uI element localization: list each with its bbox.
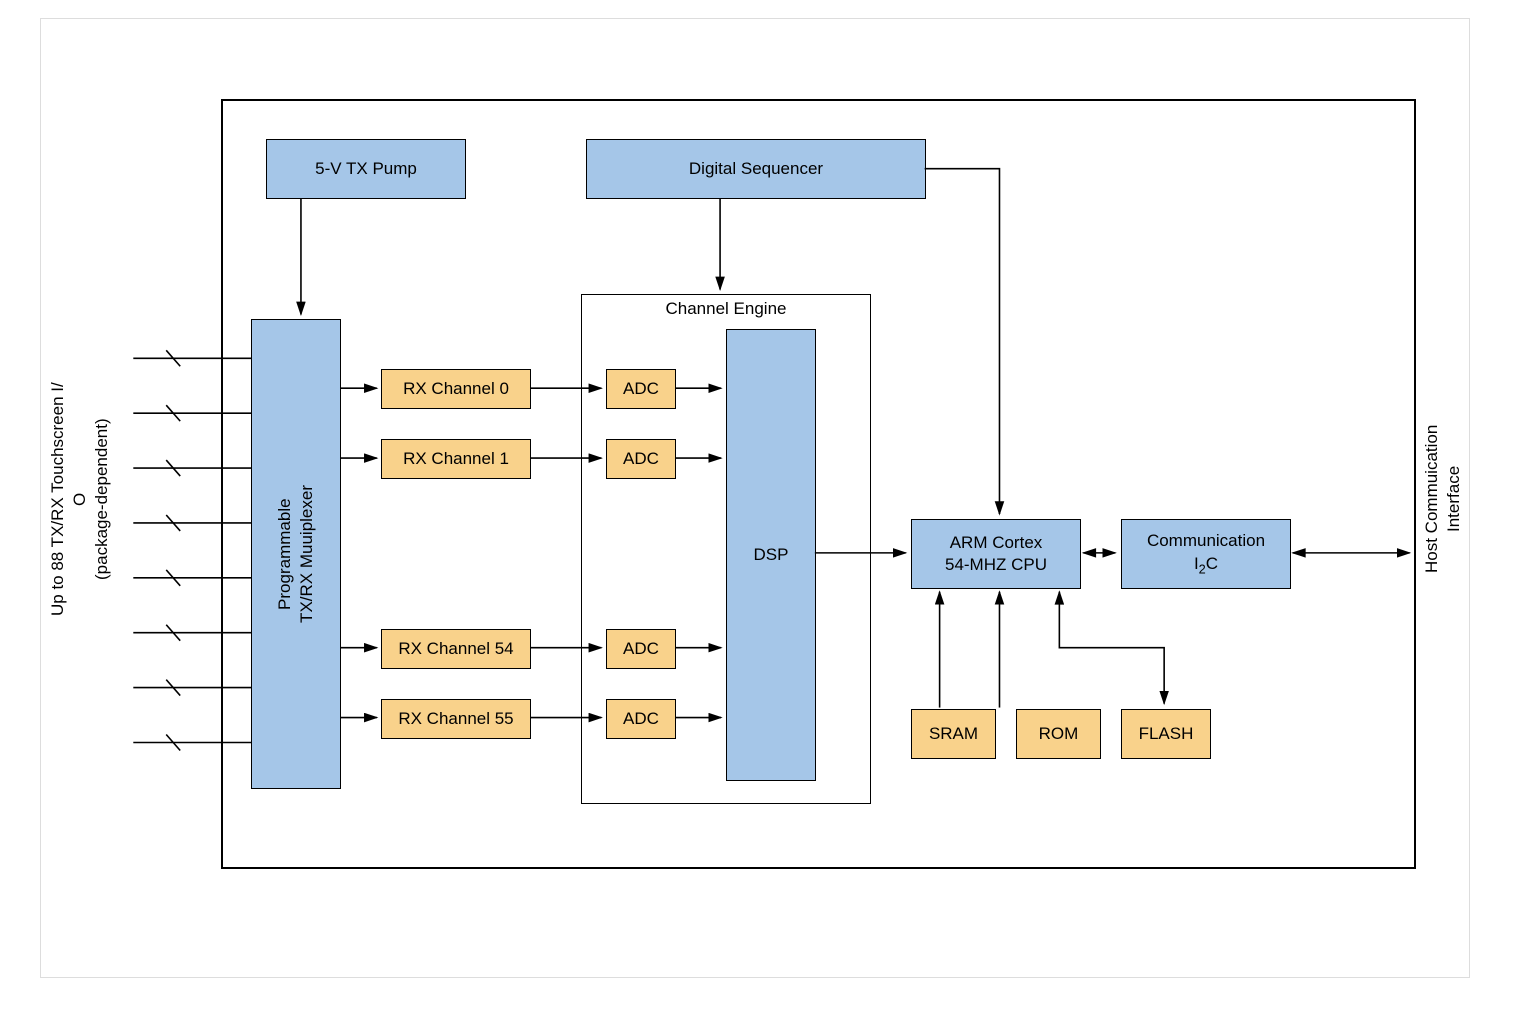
rom-block: ROM <box>1016 709 1101 759</box>
rx-channel-55-block: RX Channel 55 <box>381 699 531 739</box>
adc-55-block: ADC <box>606 699 676 739</box>
adc-54-label: ADC <box>623 638 659 660</box>
mux-block: Programmable TX/RX Muuiplexer <box>251 319 341 789</box>
channel-engine-text: Channel Engine <box>666 299 787 318</box>
cpu-block: ARM Cortex 54-MHZ CPU <box>911 519 1081 589</box>
adc-0-label: ADC <box>623 378 659 400</box>
channel-engine-label: Channel Engine <box>581 299 871 319</box>
adc-55-label: ADC <box>623 708 659 730</box>
comm-label-1: Communication <box>1147 530 1265 552</box>
cpu-label-2: 54-MHZ CPU <box>945 554 1047 576</box>
rx-channel-0-block: RX Channel 0 <box>381 369 531 409</box>
rx-channel-1-block: RX Channel 1 <box>381 439 531 479</box>
dsp-block: DSP <box>726 329 816 781</box>
rx-channel-54-block: RX Channel 54 <box>381 629 531 669</box>
rx-channel-54-label: RX Channel 54 <box>398 638 513 660</box>
dsp-label: DSP <box>754 544 789 566</box>
comm-i2c-2: 2 <box>1199 561 1206 576</box>
digital-sequencer-block: Digital Sequencer <box>586 139 926 199</box>
right-io-text: Host Commuication Interface <box>1422 425 1463 573</box>
tx-pump-label: 5-V TX Pump <box>315 158 417 180</box>
rx-channel-55-label: RX Channel 55 <box>398 708 513 730</box>
comm-block: Communication I2C <box>1121 519 1291 589</box>
adc-1-block: ADC <box>606 439 676 479</box>
mux-label: Programmable TX/RX Muuiplexer <box>274 485 318 623</box>
right-io-label: Host Commuication Interface <box>1421 399 1465 599</box>
flash-block: FLASH <box>1121 709 1211 759</box>
sram-block: SRAM <box>911 709 996 759</box>
left-io-label: Up to 88 TX/RX Touchscreen I/ O (package… <box>47 319 113 679</box>
rx-channel-0-label: RX Channel 0 <box>403 378 509 400</box>
sram-label: SRAM <box>929 723 978 745</box>
digital-sequencer-label: Digital Sequencer <box>689 158 823 180</box>
comm-label-2: I2C <box>1194 553 1218 578</box>
outer-frame: Up to 88 TX/RX Touchscreen I/ O (package… <box>40 18 1470 978</box>
cpu-label-1: ARM Cortex <box>950 532 1043 554</box>
flash-label: FLASH <box>1139 723 1194 745</box>
adc-0-block: ADC <box>606 369 676 409</box>
tx-pump-block: 5-V TX Pump <box>266 139 466 199</box>
rx-channel-1-label: RX Channel 1 <box>403 448 509 470</box>
comm-i2c-c: C <box>1206 554 1218 573</box>
adc-1-label: ADC <box>623 448 659 470</box>
rom-label: ROM <box>1039 723 1079 745</box>
left-io-text: Up to 88 TX/RX Touchscreen I/ O (package… <box>48 382 111 616</box>
adc-54-block: ADC <box>606 629 676 669</box>
